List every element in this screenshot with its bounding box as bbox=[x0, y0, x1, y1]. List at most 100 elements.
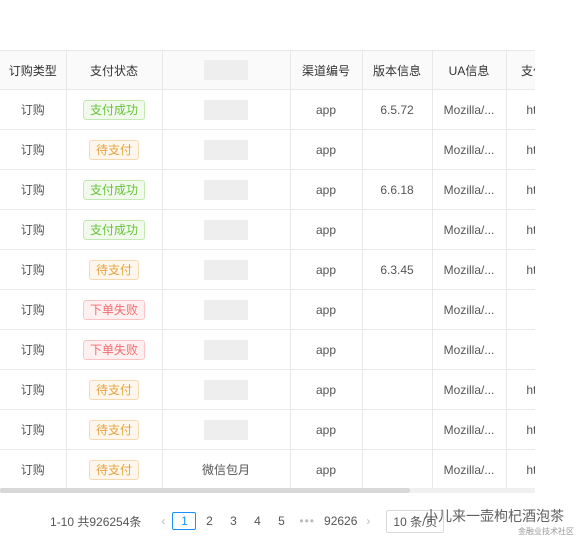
status-badge: 支付成功 bbox=[82, 219, 145, 240]
redacted-block bbox=[204, 139, 248, 160]
cell-ua: Mozilla/... bbox=[432, 89, 507, 130]
header-pay-status[interactable]: 支付状态 bbox=[66, 51, 163, 90]
cell-pay-method bbox=[162, 89, 291, 130]
cell-pay-status: 待支付 bbox=[66, 449, 163, 490]
status-badge: 待支付 bbox=[88, 379, 139, 400]
status-badge: 支付成功 bbox=[82, 179, 145, 200]
table-row[interactable]: 订购待支付 app Mozilla/...htt bbox=[0, 409, 535, 450]
redacted-block bbox=[204, 259, 248, 280]
cell-channel: app bbox=[290, 449, 363, 490]
redacted-block bbox=[204, 219, 248, 240]
cell-ua: Mozilla/... bbox=[432, 209, 507, 250]
cell-pay-url: htt bbox=[506, 209, 535, 250]
cell-pay-url: htt bbox=[506, 249, 535, 290]
cell-pay-status: 支付成功 bbox=[66, 169, 163, 210]
cell-ua: Mozilla/... bbox=[432, 289, 507, 330]
cell-version: 6.5.72 bbox=[362, 89, 433, 130]
cell-version bbox=[362, 409, 433, 450]
cell-channel: app bbox=[290, 409, 363, 450]
status-badge: 下单失败 bbox=[82, 299, 145, 320]
cell-ua: Mozilla/... bbox=[432, 129, 507, 170]
header-order-type[interactable]: 订购类型 bbox=[0, 51, 67, 90]
page-1[interactable]: 1 bbox=[172, 512, 197, 530]
header-ua[interactable]: UA信息 bbox=[432, 51, 507, 90]
cell-pay-method bbox=[162, 409, 291, 450]
cell-order-type: 订购 bbox=[0, 369, 67, 410]
orders-table-wrapper: 订购类型 支付状态 渠道编号 版本信息 UA信息 支付 订购支付成功app6.5… bbox=[0, 50, 535, 491]
cell-order-type: 订购 bbox=[0, 129, 67, 170]
cell-version bbox=[362, 289, 433, 330]
cell-channel: app bbox=[290, 329, 363, 370]
header-channel[interactable]: 渠道编号 bbox=[290, 51, 363, 90]
cell-pay-status: 待支付 bbox=[66, 369, 163, 410]
cell-ua: Mozilla/... bbox=[432, 169, 507, 210]
cell-channel: app bbox=[290, 249, 363, 290]
cell-pay-method bbox=[162, 169, 291, 210]
cell-version bbox=[362, 369, 433, 410]
cell-version bbox=[362, 329, 433, 370]
ellipsis-icon[interactable]: ••• bbox=[299, 514, 315, 528]
cell-pay-url bbox=[506, 289, 535, 330]
redacted-block bbox=[204, 299, 248, 320]
redacted-block bbox=[204, 379, 248, 400]
cell-ua: Mozilla/... bbox=[432, 329, 507, 370]
cell-pay-url: htt bbox=[506, 449, 535, 490]
scrollbar-thumb[interactable] bbox=[0, 488, 410, 493]
cell-version: 6.6.18 bbox=[362, 169, 433, 210]
table-row[interactable]: 订购支付成功 app6.6.18Mozilla/...htt bbox=[0, 169, 535, 210]
cell-pay-method bbox=[162, 249, 291, 290]
page-2[interactable]: 2 bbox=[198, 514, 220, 528]
cell-order-type: 订购 bbox=[0, 209, 67, 250]
header-pay-url[interactable]: 支付 bbox=[506, 51, 535, 90]
cell-channel: app bbox=[290, 129, 363, 170]
table-row[interactable]: 订购待支付 微信包月app Mozilla/...htt bbox=[0, 449, 535, 490]
cell-pay-url: htt bbox=[506, 89, 535, 130]
cell-pay-method: 微信包月 bbox=[162, 449, 291, 490]
table-row[interactable]: 订购待支付 app6.3.45Mozilla/...htt bbox=[0, 249, 535, 290]
prev-page-icon[interactable]: ‹ bbox=[161, 514, 165, 528]
pagination-total: 1-10 共926254条 bbox=[50, 514, 142, 529]
page-5[interactable]: 5 bbox=[270, 514, 292, 528]
cell-ua: Mozilla/... bbox=[432, 369, 507, 410]
redacted-block bbox=[204, 99, 248, 120]
cell-pay-status: 待支付 bbox=[66, 409, 163, 450]
redacted-block bbox=[204, 419, 248, 440]
cell-ua: Mozilla/... bbox=[432, 249, 507, 290]
cell-channel: app bbox=[290, 89, 363, 130]
table-row[interactable]: 订购待支付 app Mozilla/...htt bbox=[0, 129, 535, 170]
header-pay-method[interactable] bbox=[162, 51, 291, 90]
cell-pay-url: htt bbox=[506, 409, 535, 450]
page-3[interactable]: 3 bbox=[222, 514, 244, 528]
pagination: 1-10 共926254条 ‹ 1 2 3 4 5 ••• 92626 › 10… bbox=[50, 509, 445, 533]
table-row[interactable]: 订购支付成功 app Mozilla/...htt bbox=[0, 209, 535, 250]
cell-pay-method bbox=[162, 289, 291, 330]
cell-version bbox=[362, 209, 433, 250]
orders-table: 订购类型 支付状态 渠道编号 版本信息 UA信息 支付 订购支付成功app6.5… bbox=[0, 51, 535, 490]
table-row[interactable]: 订购 下单失败 app Mozilla/... bbox=[0, 289, 535, 330]
cell-order-type: 订购 bbox=[0, 89, 67, 130]
cell-order-type: 订购 bbox=[0, 249, 67, 290]
cell-pay-status: 待支付 bbox=[66, 249, 163, 290]
cell-ua: Mozilla/... bbox=[432, 449, 507, 490]
cell-channel: app bbox=[290, 289, 363, 330]
cell-pay-url: htt bbox=[506, 129, 535, 170]
header-version[interactable]: 版本信息 bbox=[362, 51, 433, 90]
watermark-sub: 金融业技术社区 bbox=[518, 527, 574, 536]
cell-channel: app bbox=[290, 369, 363, 410]
page-last[interactable]: 92626 bbox=[322, 514, 359, 528]
cell-pay-status: 支付成功 bbox=[66, 209, 163, 250]
table-row[interactable]: 订购待支付 app Mozilla/...htt bbox=[0, 369, 535, 410]
next-page-icon[interactable]: › bbox=[366, 514, 370, 528]
page-4[interactable]: 4 bbox=[246, 514, 268, 528]
redacted-block bbox=[204, 60, 248, 80]
status-badge: 支付成功 bbox=[82, 99, 145, 120]
cell-pay-method bbox=[162, 369, 291, 410]
cell-order-type: 订购 bbox=[0, 409, 67, 450]
cell-pay-status: 待支付 bbox=[66, 129, 163, 170]
table-row[interactable]: 订购 下单失败 app Mozilla/... bbox=[0, 329, 535, 370]
horizontal-scrollbar[interactable] bbox=[0, 488, 535, 493]
table-row[interactable]: 订购支付成功 app6.5.72Mozilla/...htt bbox=[0, 89, 535, 130]
status-badge: 待支付 bbox=[88, 139, 139, 160]
status-badge: 下单失败 bbox=[82, 339, 145, 360]
cell-pay-url: htt bbox=[506, 369, 535, 410]
